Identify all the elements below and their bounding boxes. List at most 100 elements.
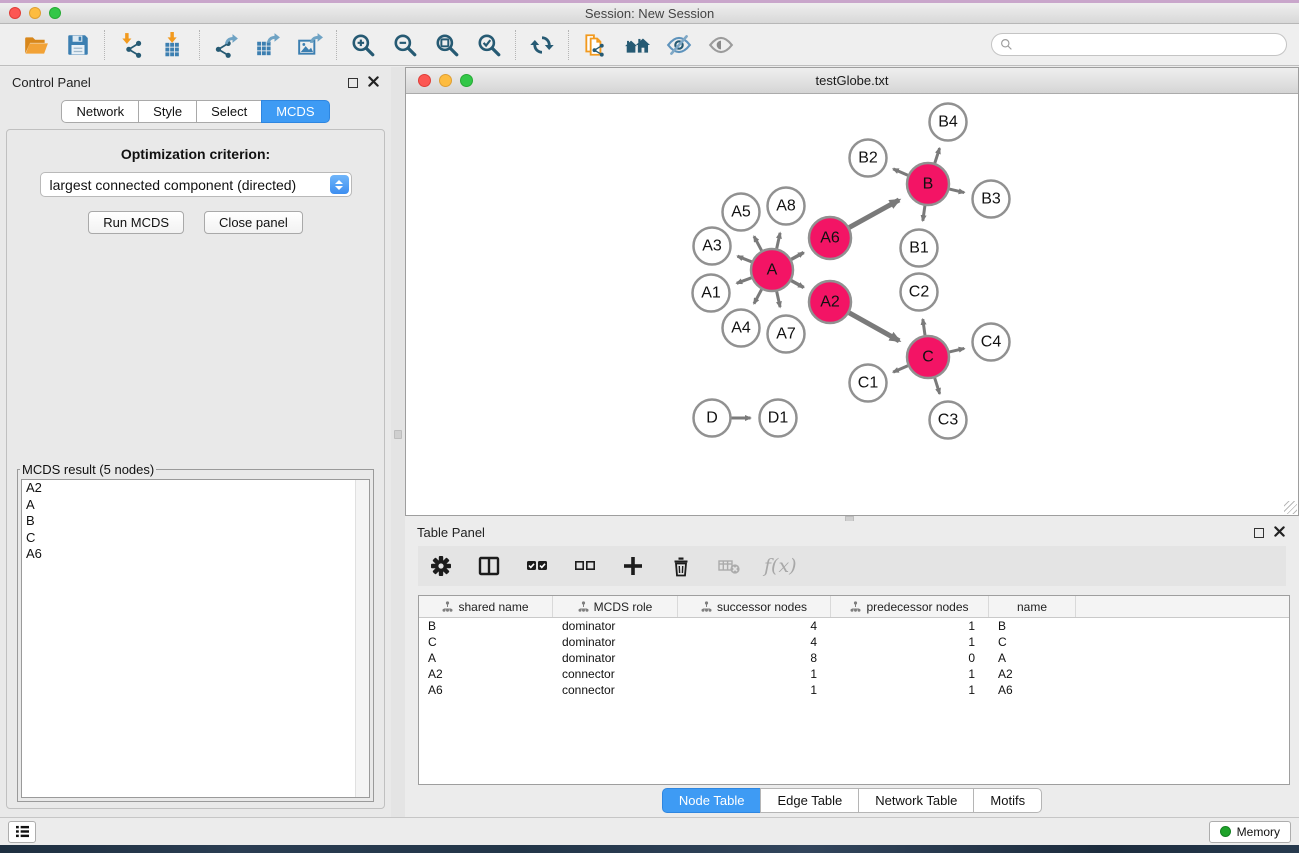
float-table-panel-icon[interactable]	[1254, 528, 1264, 538]
edge-A-A3[interactable]	[738, 256, 752, 262]
table-row[interactable]: A6connector11A6	[419, 682, 1289, 698]
edge-B-B2[interactable]	[893, 169, 908, 175]
zoom-out-icon[interactable]	[391, 31, 419, 59]
cell-name[interactable]: A	[989, 650, 1076, 666]
edge-B-B4[interactable]	[935, 148, 940, 163]
edge-A-A8[interactable]	[777, 233, 780, 249]
splitter-handle[interactable]	[394, 430, 402, 439]
tab-edge-table[interactable]: Edge Table	[760, 788, 859, 813]
window-resize-grip[interactable]	[1284, 501, 1297, 514]
cell-successor-nodes[interactable]: 1	[678, 666, 831, 682]
network-window-titlebar[interactable]: testGlobe.txt	[406, 68, 1298, 94]
graph-node-B2[interactable]: B2	[850, 140, 887, 177]
save-icon[interactable]	[64, 31, 92, 59]
close-window-button[interactable]	[9, 7, 21, 19]
import-table-icon[interactable]	[159, 31, 187, 59]
cell-successor-nodes[interactable]: 1	[678, 682, 831, 698]
cell-shared-name[interactable]: C	[419, 634, 553, 650]
zoom-in-icon[interactable]	[349, 31, 377, 59]
tab-network-table[interactable]: Network Table	[858, 788, 974, 813]
graph-node-A2[interactable]: A2	[809, 281, 851, 323]
graph-node-B[interactable]: B	[907, 163, 949, 205]
graph-node-D1[interactable]: D1	[760, 400, 797, 437]
network-minimize-button[interactable]	[439, 74, 452, 87]
graph-node-A8[interactable]: A8	[768, 188, 805, 225]
export-table-icon[interactable]	[254, 31, 282, 59]
settings-gear-icon[interactable]	[428, 553, 454, 579]
close-panel-icon[interactable]	[368, 75, 379, 90]
cell-name[interactable]: A2	[989, 666, 1076, 682]
memory-button[interactable]: Memory	[1209, 821, 1291, 843]
edge-A-A2[interactable]	[791, 281, 803, 288]
edge-A-A5[interactable]	[754, 236, 762, 250]
cell-predecessor-nodes[interactable]: 1	[831, 682, 989, 698]
cell-MCDS-role[interactable]: dominator	[553, 634, 678, 650]
graph-node-C4[interactable]: C4	[973, 324, 1010, 361]
cell-predecessor-nodes[interactable]: 1	[831, 666, 989, 682]
cell-MCDS-role[interactable]: dominator	[553, 650, 678, 666]
column-header-predecessor-nodes[interactable]: predecessor nodes	[831, 596, 989, 617]
open-icon[interactable]	[22, 31, 50, 59]
result-scrollbar[interactable]	[355, 480, 369, 797]
export-image-icon[interactable]	[296, 31, 324, 59]
graph-node-C[interactable]: C	[907, 336, 949, 378]
import-network-icon[interactable]	[117, 31, 145, 59]
cell-predecessor-nodes[interactable]: 1	[831, 618, 989, 634]
network-close-button[interactable]	[418, 74, 431, 87]
graph-node-C2[interactable]: C2	[901, 274, 938, 311]
graph-node-A[interactable]: A	[751, 249, 793, 291]
refresh-icon[interactable]	[528, 31, 556, 59]
cell-MCDS-role[interactable]: connector	[553, 682, 678, 698]
network-graph[interactable]: B4B2BB3A5A8A6A3B1AA1C2A2A4A7C4CC1C3DD1	[406, 94, 1298, 515]
edge-B-B3[interactable]	[949, 189, 964, 193]
deselect-all-icon[interactable]	[572, 553, 598, 579]
edge-C-C3[interactable]	[935, 378, 940, 394]
home-icon[interactable]	[623, 31, 651, 59]
result-list-item[interactable]: A6	[22, 546, 369, 563]
cell-shared-name[interactable]: B	[419, 618, 553, 634]
cell-successor-nodes[interactable]: 4	[678, 618, 831, 634]
graph-node-A1[interactable]: A1	[693, 275, 730, 312]
node-table[interactable]: shared nameMCDS rolesuccessor nodesprede…	[418, 595, 1290, 785]
cell-name[interactable]: B	[989, 618, 1076, 634]
result-list-item[interactable]: A	[22, 497, 369, 514]
result-list-item[interactable]: C	[22, 530, 369, 547]
duplicate-network-icon[interactable]	[581, 31, 609, 59]
cell-predecessor-nodes[interactable]: 0	[831, 650, 989, 666]
task-history-button[interactable]	[8, 821, 36, 843]
column-header-MCDS-role[interactable]: MCDS role	[553, 596, 678, 617]
run-mcds-button[interactable]: Run MCDS	[88, 211, 184, 234]
tab-mcds[interactable]: MCDS	[261, 100, 329, 123]
cell-successor-nodes[interactable]: 4	[678, 634, 831, 650]
float-panel-icon[interactable]	[348, 78, 358, 88]
column-header-shared-name[interactable]: shared name	[419, 596, 553, 617]
cell-shared-name[interactable]: A	[419, 650, 553, 666]
graph-node-B3[interactable]: B3	[973, 181, 1010, 218]
graph-node-A4[interactable]: A4	[723, 310, 760, 347]
tab-network[interactable]: Network	[61, 100, 139, 123]
zoom-fit-icon[interactable]	[433, 31, 461, 59]
network-canvas[interactable]: B4B2BB3A5A8A6A3B1AA1C2A2A4A7C4CC1C3DD1	[406, 94, 1298, 515]
export-network-icon[interactable]	[212, 31, 240, 59]
result-list-item[interactable]: B	[22, 513, 369, 530]
edge-B-B1[interactable]	[923, 206, 925, 221]
zoom-selected-icon[interactable]	[475, 31, 503, 59]
edge-C-C4[interactable]	[949, 348, 964, 352]
cell-MCDS-role[interactable]: dominator	[553, 618, 678, 634]
vertical-splitter[interactable]	[391, 67, 405, 817]
edge-C-C2[interactable]	[923, 319, 925, 335]
edge-A6-B[interactable]	[849, 200, 899, 228]
preview-icon[interactable]	[707, 31, 735, 59]
column-header-name[interactable]: name	[989, 596, 1076, 617]
graph-node-D[interactable]: D	[694, 400, 731, 437]
tab-select[interactable]: Select	[196, 100, 262, 123]
graph-node-B4[interactable]: B4	[930, 104, 967, 141]
column-header-successor-nodes[interactable]: successor nodes	[678, 596, 831, 617]
close-table-panel-icon[interactable]	[1274, 525, 1285, 540]
split-panel-icon[interactable]	[476, 553, 502, 579]
graph-node-C1[interactable]: C1	[850, 365, 887, 402]
cell-predecessor-nodes[interactable]: 1	[831, 634, 989, 650]
edge-A-A6[interactable]	[791, 253, 803, 260]
edge-A-A1[interactable]	[737, 278, 752, 284]
cell-shared-name[interactable]: A2	[419, 666, 553, 682]
